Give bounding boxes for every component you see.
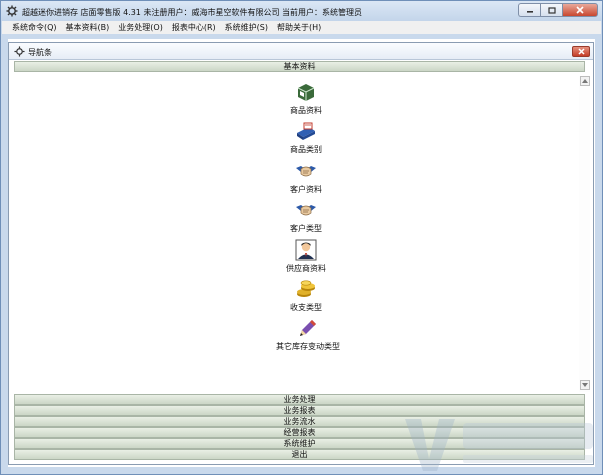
watermark-logo — [405, 419, 593, 471]
arrow-up-icon — [582, 79, 588, 83]
nav-item-label: 商品资料 — [290, 106, 322, 115]
nav-item-supplier-data[interactable]: 供应商资料 — [261, 239, 351, 274]
person-icon — [295, 239, 317, 261]
handshake-icon — [296, 166, 316, 177]
nav-item-label: 客户资料 — [290, 185, 322, 194]
menu-system-commands[interactable]: 系统命令(Q) — [12, 22, 57, 33]
nav-item-label: 客户类型 — [290, 224, 322, 233]
nav-item-customer-data[interactable]: 客户资料 — [261, 160, 351, 195]
panel-gear-icon — [14, 46, 25, 57]
panel-header: 导航条 — [9, 43, 593, 60]
maximize-icon — [547, 6, 556, 14]
coins-icon — [297, 280, 315, 297]
arrow-down-icon — [582, 383, 588, 387]
panel-title: 导航条 — [28, 48, 52, 57]
nav-item-label: 供应商资料 — [286, 264, 326, 273]
scroll-up-button[interactable] — [580, 76, 590, 86]
category-icon — [297, 122, 315, 140]
app-gear-icon — [6, 5, 18, 17]
minimize-button[interactable] — [518, 3, 540, 17]
minimize-icon — [526, 11, 533, 13]
menu-reports[interactable]: 报表中心(R) — [172, 22, 216, 33]
window-title: 超越迷你进销存 店面零售版 4.31 未注册用户：威海市星空软件有限公司 当前用… — [22, 8, 362, 17]
nav-item-other-stock-change-type[interactable]: 其它库存变动类型 — [263, 317, 353, 352]
box-icon — [297, 84, 315, 101]
window-controls — [518, 3, 598, 17]
app-window: 超越迷你进销存 店面零售版 4.31 未注册用户：威海市星空软件有限公司 当前用… — [0, 0, 603, 475]
nav-item-customer-type[interactable]: 客户类型 — [261, 199, 351, 234]
pen-icon — [300, 320, 316, 336]
vertical-scrollbar[interactable] — [579, 76, 590, 392]
title-bar[interactable]: 超越迷你进销存 店面零售版 4.31 未注册用户：威海市星空软件有限公司 当前用… — [1, 1, 602, 21]
nav-item-label: 收支类型 — [290, 303, 322, 312]
panel-close-button[interactable] — [572, 46, 590, 57]
menu-help[interactable]: 帮助关于(H) — [277, 22, 321, 33]
scroll-down-button[interactable] — [580, 380, 590, 390]
close-icon — [576, 6, 584, 14]
group-business-processing[interactable]: 业务处理 — [14, 394, 585, 405]
menu-business[interactable]: 业务处理(O) — [118, 22, 163, 33]
nav-item-goods-category[interactable]: 商品类别 — [261, 120, 351, 155]
close-icon — [577, 48, 585, 55]
menu-maintenance[interactable]: 系统维护(S) — [225, 22, 268, 33]
nav-item-goods-data[interactable]: 商品资料 — [261, 81, 351, 116]
close-window-button[interactable] — [562, 3, 598, 17]
nav-item-label: 其它库存变动类型 — [276, 342, 340, 351]
maximize-button[interactable] — [540, 3, 562, 17]
group-basic-data[interactable]: 基本资料 — [14, 61, 585, 72]
menu-basic-data[interactable]: 基本资料(B) — [66, 22, 110, 33]
handshake-icon — [296, 205, 316, 216]
menu-bar: 系统命令(Q) 基本资料(B) 业务处理(O) 报表中心(R) 系统维护(S) … — [2, 21, 601, 34]
nav-item-label: 商品类别 — [290, 145, 322, 154]
nav-item-income-expense-type[interactable]: 收支类型 — [261, 278, 351, 313]
